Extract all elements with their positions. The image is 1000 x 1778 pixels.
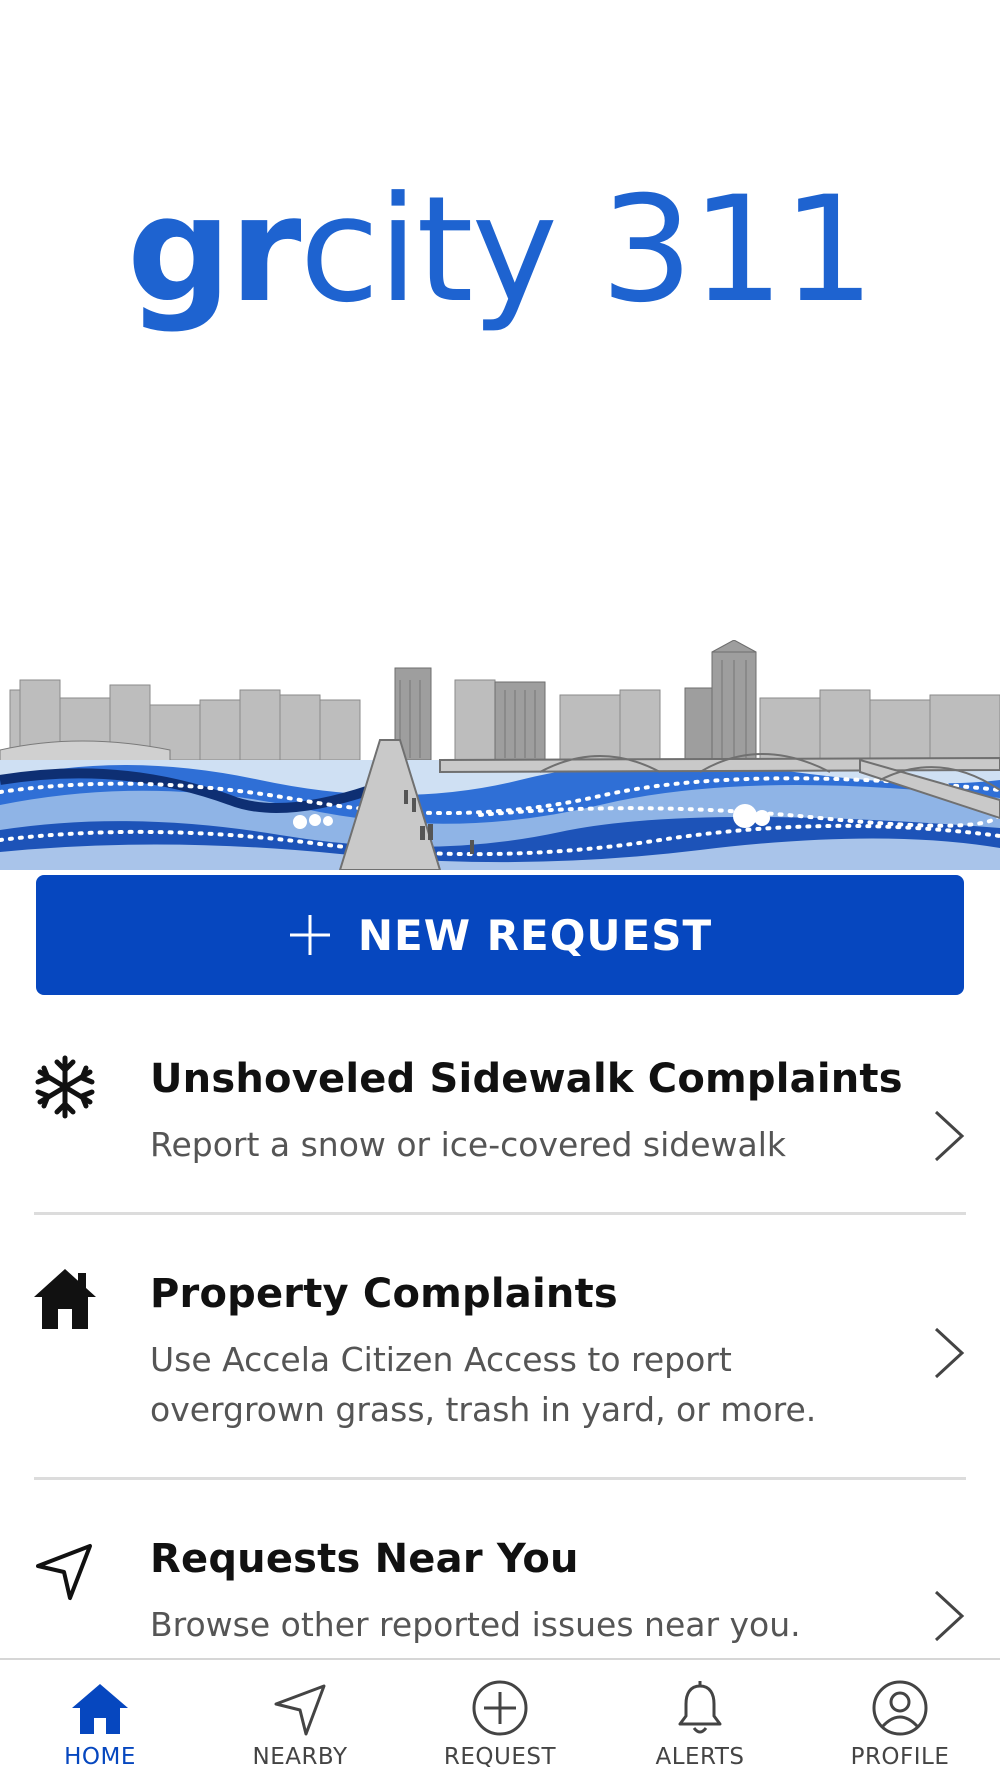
- user-circle-icon: [872, 1680, 928, 1736]
- list-item-title: Unshoveled Sidewalk Complaints: [150, 1056, 903, 1102]
- logo-regular-text: city 311: [299, 165, 875, 335]
- tab-label: REQUEST: [443, 1744, 557, 1770]
- logo-bold-text: gr: [126, 165, 302, 335]
- tab-nearby[interactable]: NEARBY: [200, 1660, 400, 1778]
- house-icon: [34, 1269, 96, 1329]
- chevron-right-icon: [934, 1110, 965, 1162]
- list-item-description: Browse other reported issues near you.: [150, 1605, 801, 1644]
- tab-label: PROFILE: [850, 1744, 950, 1770]
- list-item-title: Requests Near You: [150, 1536, 579, 1582]
- tab-request[interactable]: REQUEST: [400, 1660, 600, 1778]
- tab-alerts[interactable]: ALERTS: [600, 1660, 800, 1778]
- navigation-arrow-icon: [36, 1544, 92, 1600]
- tab-home[interactable]: HOME: [0, 1660, 200, 1778]
- tab-label: NEARBY: [252, 1744, 348, 1770]
- city-skyline-illustration: [0, 640, 1000, 870]
- list-item-property-complaints[interactable]: Property Complaints Use Accela Citizen A…: [0, 1255, 1000, 1475]
- home-icon: [72, 1684, 128, 1734]
- list-item-title: Property Complaints: [150, 1271, 618, 1317]
- home-screen: grcity 311 NEW REQUEST Unshoveled Sidewa…: [0, 0, 1000, 1778]
- snowflake-icon: [35, 1055, 95, 1119]
- list-item-description: Report a snow or ice-covered sidewalk: [150, 1125, 786, 1164]
- app-logo: grcity 311: [0, 160, 1000, 340]
- new-request-button[interactable]: NEW REQUEST: [36, 875, 964, 995]
- navigation-arrow-icon: [274, 1684, 326, 1736]
- new-request-label: NEW REQUEST: [357, 910, 713, 960]
- chevron-right-icon: [934, 1590, 965, 1642]
- list-divider: [34, 1477, 966, 1480]
- plus-circle-icon: [472, 1680, 528, 1736]
- list-item-unshoveled-sidewalk[interactable]: Unshoveled Sidewalk Complaints Report a …: [0, 1040, 1000, 1210]
- bell-icon: [678, 1681, 722, 1734]
- plus-icon: [289, 915, 330, 955]
- bottom-tab-bar: HOME NEARBY REQUEST ALERTS PROFILE: [0, 1658, 1000, 1778]
- tab-label: ALERTS: [655, 1744, 745, 1770]
- list-item-requests-near-you[interactable]: Requests Near You Browse other reported …: [0, 1520, 1000, 1660]
- list-divider: [34, 1212, 966, 1215]
- chevron-right-icon: [934, 1327, 965, 1379]
- tab-label: HOME: [64, 1744, 136, 1770]
- list-item-description: Use Accela Citizen Access to report over…: [150, 1340, 817, 1429]
- tab-profile[interactable]: PROFILE: [800, 1660, 1000, 1778]
